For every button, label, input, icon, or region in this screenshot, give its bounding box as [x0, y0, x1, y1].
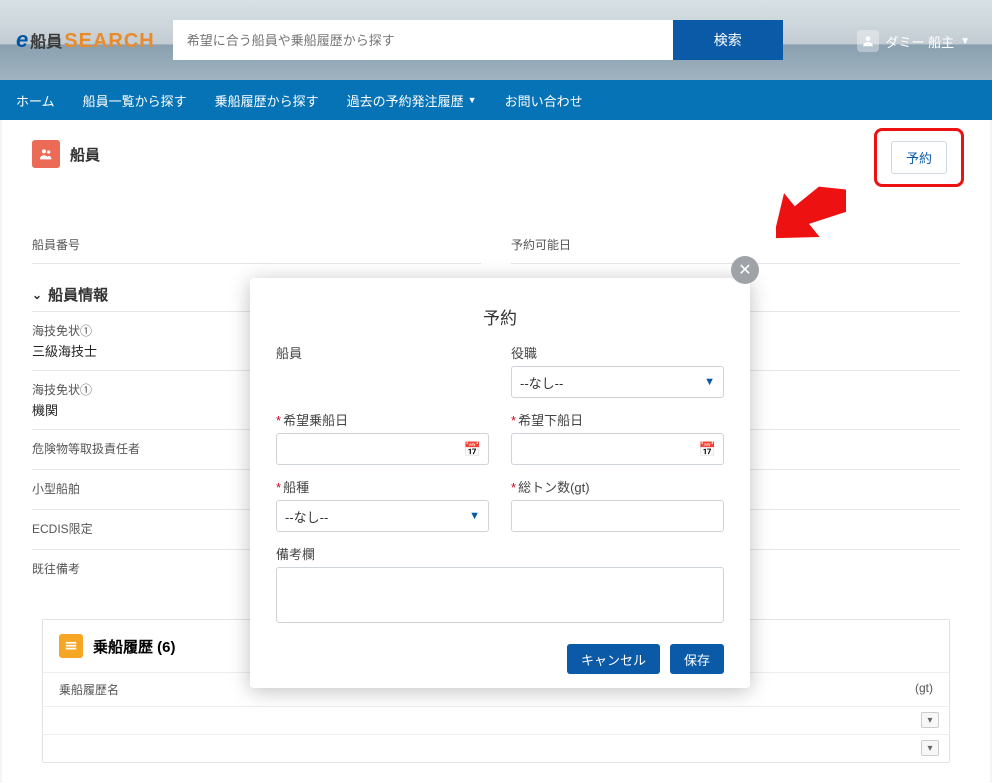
logo-cn: 船員 — [30, 28, 62, 52]
field-role: 役職 --なし-- ▼ — [511, 343, 724, 398]
nav-bar: ホーム 船員一覧から探す 乗船履歴から探す 過去の予約発注履歴 ▼ お問い合わせ — [0, 80, 992, 120]
page-title: 船員 — [70, 144, 100, 165]
reserve-button[interactable]: 予約 — [891, 141, 947, 174]
chevron-down-icon: ⌄ — [32, 288, 42, 302]
field-remarks: 備考欄 — [276, 544, 724, 628]
user-icon — [857, 30, 879, 52]
user-name: ダミー 船主 — [885, 32, 954, 51]
field-shiptype-label: 船種 — [283, 480, 309, 495]
role-select-value: --なし-- — [520, 373, 563, 392]
field-available-label: 予約可能日 — [511, 236, 960, 253]
field-gt: *総トン数(gt) — [511, 477, 724, 532]
logo-search: SEARCH — [64, 30, 154, 53]
history-col-gt: (gt) — [915, 681, 933, 698]
caret-down-icon: ▼ — [960, 36, 970, 47]
chevron-down-icon[interactable]: ▾ — [921, 740, 939, 756]
user-menu[interactable]: ダミー 船主 ▼ — [857, 30, 970, 52]
history-title: 乗船履歴 (6) — [93, 636, 176, 657]
history-col-name: 乗船履歴名 — [59, 681, 119, 698]
header-banner: e 船員 SEARCH 検索 ダミー 船主 ▼ — [0, 0, 992, 80]
calendar-icon[interactable]: 📅 — [464, 441, 481, 458]
field-crew-no-label: 船員番号 — [32, 236, 481, 253]
reserve-highlight: 予約 — [874, 128, 964, 187]
nav-contact[interactable]: お問い合わせ — [505, 91, 583, 110]
shiptype-select-value: --なし-- — [285, 507, 328, 526]
field-gt-label: 総トン数(gt) — [518, 480, 590, 495]
cancel-button[interactable]: キャンセル — [567, 644, 660, 674]
search-bar: 検索 — [173, 20, 783, 60]
logo-e: e — [16, 27, 28, 53]
gt-input[interactable] — [511, 500, 724, 532]
chevron-down-icon: ▼ — [469, 510, 480, 522]
logo: e 船員 SEARCH — [16, 27, 155, 53]
nav-history-search[interactable]: 乗船履歴から探す — [215, 91, 319, 110]
field-remarks-label: 備考欄 — [276, 544, 724, 563]
search-input[interactable] — [173, 20, 673, 60]
role-select[interactable]: --なし-- ▼ — [511, 366, 724, 398]
field-crew-no: 船員番号 — [32, 226, 481, 264]
nav-past-orders-label: 過去の予約発注履歴 — [347, 91, 464, 110]
board-date-input[interactable] — [276, 433, 489, 465]
close-icon[interactable]: ✕ — [731, 256, 759, 284]
field-role-label: 役職 — [511, 343, 724, 362]
nav-home[interactable]: ホーム — [16, 91, 55, 110]
reserve-modal: ✕ 予約 船員 役職 --なし-- ▼ *希望乗船日 📅 *希望下船日 📅 — [250, 278, 750, 688]
shiptype-select[interactable]: --なし-- ▼ — [276, 500, 489, 532]
calendar-icon[interactable]: 📅 — [699, 441, 716, 458]
history-row[interactable]: ▾ — [43, 706, 949, 734]
chevron-down-icon[interactable]: ▾ — [921, 712, 939, 728]
nav-past-orders[interactable]: 過去の予約発注履歴 ▼ — [347, 91, 477, 110]
leave-date-input[interactable] — [511, 433, 724, 465]
chevron-down-icon: ▼ — [468, 95, 477, 105]
field-leave-date: *希望下船日 📅 — [511, 410, 724, 465]
field-board-date: *希望乗船日 📅 — [276, 410, 489, 465]
modal-title: 予約 — [250, 278, 750, 343]
crew-icon — [32, 140, 60, 168]
field-board-label: 希望乗船日 — [283, 413, 348, 428]
field-shiptype: *船種 --なし-- ▼ — [276, 477, 489, 532]
search-button[interactable]: 検索 — [673, 20, 783, 60]
page-title-row: 船員 — [32, 140, 960, 168]
field-leave-label: 希望下船日 — [518, 413, 583, 428]
remarks-textarea[interactable] — [276, 567, 724, 623]
nav-crew-list[interactable]: 船員一覧から探す — [83, 91, 187, 110]
history-icon — [59, 634, 83, 658]
annotation-arrow-icon — [776, 186, 846, 247]
save-button[interactable]: 保存 — [670, 644, 724, 674]
chevron-down-icon: ▼ — [704, 376, 715, 388]
history-row[interactable]: ▾ — [43, 734, 949, 762]
field-crew: 船員 — [276, 343, 489, 398]
section-crew-info-label: 船員情報 — [48, 284, 108, 305]
field-crew-label: 船員 — [276, 343, 489, 362]
